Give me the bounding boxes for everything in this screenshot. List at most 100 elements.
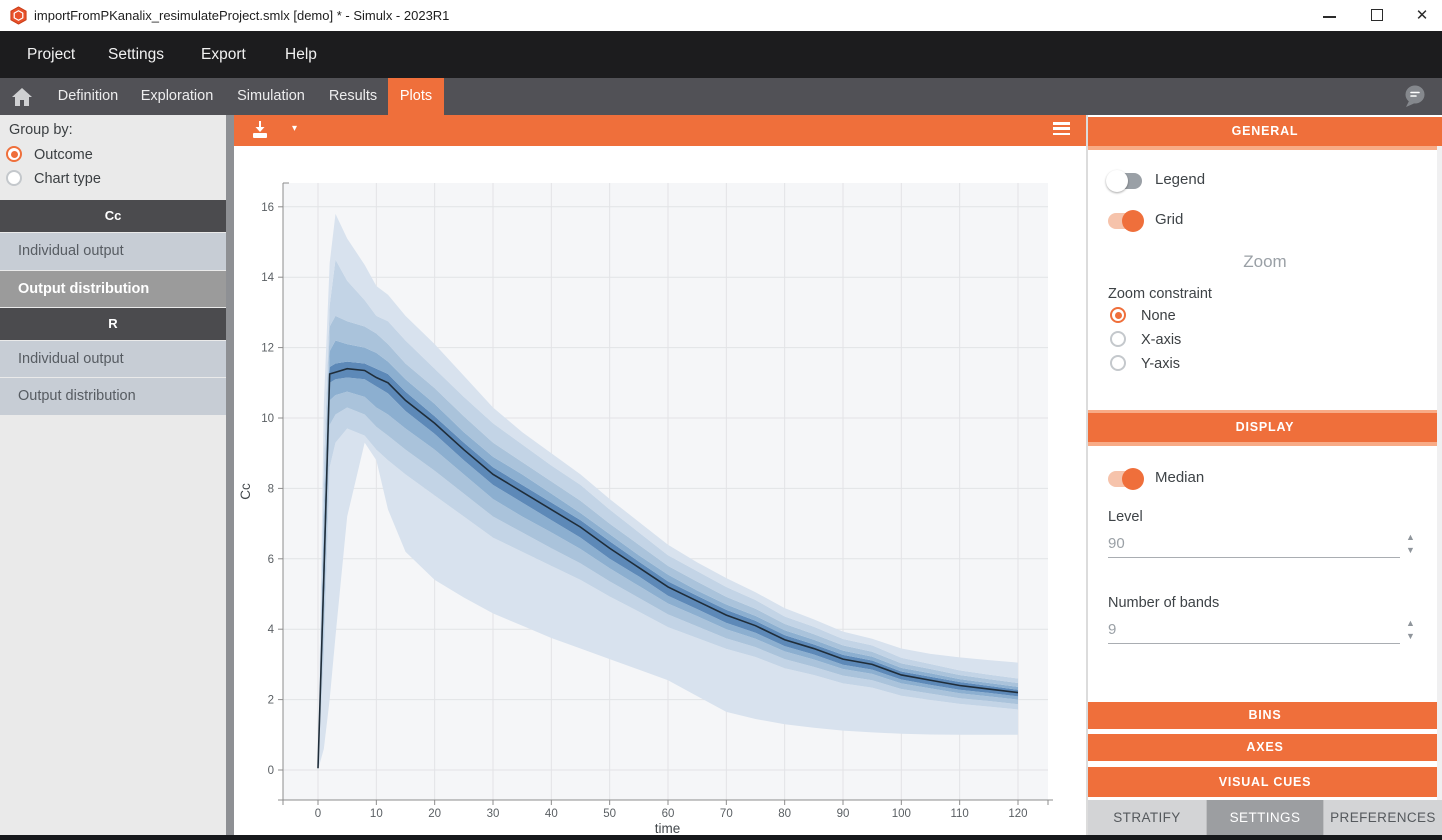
level-input-underline [1108, 557, 1400, 558]
hamburger-icon [1053, 122, 1070, 125]
feedback-button[interactable] [1402, 84, 1430, 110]
menu-settings[interactable]: Settings [108, 31, 164, 78]
zoom-constraint-yaxis-label[interactable]: Y-axis [1141, 356, 1180, 372]
section-display-strip [1088, 442, 1442, 446]
svg-text:time: time [655, 821, 681, 835]
legend-toggle-label: Legend [1155, 171, 1205, 188]
minimize-button[interactable] [1312, 0, 1346, 31]
svg-text:0: 0 [268, 765, 274, 777]
maximize-icon [1371, 9, 1383, 21]
chart-menu-button[interactable] [1053, 122, 1070, 138]
sidebar-item-r-output-distribution[interactable]: Output distribution [0, 378, 226, 415]
number-of-bands-input[interactable]: 9 [1108, 621, 1116, 638]
legend-toggle[interactable] [1108, 173, 1142, 189]
number-of-bands-label: Number of bands [1108, 595, 1219, 611]
percentile-band-plot: 0246810121416010203040506070809010011012… [234, 146, 1086, 835]
simulx-window: importFromPKanalix_resimulateProject.sml… [0, 0, 1442, 840]
svg-text:120: 120 [1008, 808, 1027, 820]
group-by-charttype-radio[interactable] [6, 170, 22, 186]
group-by-label: Group by: [9, 122, 73, 138]
level-input[interactable]: 90 [1108, 535, 1125, 552]
svg-text:100: 100 [892, 808, 911, 820]
number-of-bands-underline [1108, 643, 1400, 644]
sidebar-section-r[interactable]: R [0, 308, 226, 340]
zoom-constraint-label: Zoom constraint [1108, 286, 1212, 302]
zoom-constraint-xaxis-label[interactable]: X-axis [1141, 332, 1181, 348]
chart-toolbar: ▾ [234, 115, 1086, 146]
maximize-button[interactable] [1360, 0, 1394, 31]
svg-text:30: 30 [487, 808, 500, 820]
svg-text:12: 12 [261, 343, 274, 355]
main-tab-bar: Definition Exploration Simulation Result… [0, 78, 1442, 115]
zoom-constraint-xaxis-radio[interactable] [1110, 331, 1126, 347]
bands-spin-up-icon[interactable]: ▲ [1406, 619, 1415, 628]
svg-text:8: 8 [268, 483, 274, 495]
svg-text:60: 60 [662, 808, 675, 820]
zoom-constraint-none-label[interactable]: None [1141, 308, 1176, 324]
download-tray-icon [250, 120, 270, 139]
level-spin-up-icon[interactable]: ▲ [1406, 533, 1415, 542]
tab-stratify[interactable]: STRATIFY [1088, 800, 1206, 835]
sidebar-splitter[interactable] [226, 115, 234, 835]
menu-bar: Project Settings Export Help [0, 31, 1442, 78]
speech-bubble-icon [1402, 84, 1428, 109]
svg-text:70: 70 [720, 808, 733, 820]
svg-text:10: 10 [261, 413, 274, 425]
tab-results[interactable]: Results [318, 78, 388, 115]
svg-text:20: 20 [428, 808, 441, 820]
level-label: Level [1108, 509, 1143, 525]
svg-text:0: 0 [315, 808, 321, 820]
section-bins[interactable]: BINS [1088, 702, 1442, 729]
section-general-strip [1088, 146, 1442, 150]
svg-text:14: 14 [261, 272, 274, 284]
tab-plots[interactable]: Plots [388, 78, 444, 115]
zoom-heading: Zoom [1088, 252, 1442, 272]
tab-settings[interactable]: SETTINGS [1206, 800, 1323, 835]
bands-spin-down-icon[interactable]: ▼ [1406, 632, 1415, 641]
group-by-outcome-radio[interactable] [6, 146, 22, 162]
zoom-constraint-none-radio[interactable] [1110, 307, 1126, 323]
grid-toggle-label: Grid [1155, 211, 1183, 228]
section-axes[interactable]: AXES [1088, 734, 1442, 761]
svg-text:2: 2 [268, 695, 274, 707]
section-general[interactable]: GENERAL [1088, 117, 1442, 146]
level-spin-down-icon[interactable]: ▼ [1406, 546, 1415, 555]
svg-text:Cc: Cc [238, 483, 253, 500]
svg-text:4: 4 [268, 624, 275, 636]
svg-text:80: 80 [778, 808, 791, 820]
median-toggle[interactable] [1108, 471, 1142, 487]
svg-text:90: 90 [837, 808, 850, 820]
sidebar-item-r-individual-output[interactable]: Individual output [0, 341, 226, 377]
menu-export[interactable]: Export [201, 31, 246, 78]
tab-simulation[interactable]: Simulation [224, 78, 318, 115]
menu-project[interactable]: Project [27, 31, 75, 78]
section-visual-cues[interactable]: VISUAL CUES [1088, 767, 1442, 797]
sidebar-section-cc[interactable]: Cc [0, 200, 226, 232]
close-icon: ✕ [1405, 0, 1439, 31]
window-bottom-edge [0, 835, 1442, 840]
sidebar-item-cc-output-distribution[interactable]: Output distribution [0, 271, 226, 307]
plots-sidebar: Group by: Outcome Chart type Cc Individu… [0, 115, 226, 835]
output-distribution-chart[interactable]: 0246810121416010203040506070809010011012… [234, 146, 1086, 835]
section-display[interactable]: DISPLAY [1088, 413, 1442, 442]
close-button[interactable]: ✕ [1405, 0, 1439, 31]
group-by-outcome-label[interactable]: Outcome [34, 147, 93, 163]
tab-preferences[interactable]: PREFERENCES [1323, 800, 1442, 835]
export-chart-button[interactable]: ▾ [250, 120, 284, 142]
home-icon [10, 86, 34, 108]
svg-text:16: 16 [261, 202, 274, 214]
caret-down-icon: ▾ [292, 123, 297, 134]
home-tab[interactable] [10, 86, 36, 108]
zoom-constraint-yaxis-radio[interactable] [1110, 355, 1126, 371]
simulx-logo-icon [9, 6, 28, 25]
title-bar: importFromPKanalix_resimulateProject.sml… [0, 0, 1442, 31]
tab-definition[interactable]: Definition [46, 78, 130, 115]
group-by-charttype-label[interactable]: Chart type [34, 171, 101, 187]
menu-help[interactable]: Help [285, 31, 317, 78]
grid-toggle[interactable] [1108, 213, 1142, 229]
panel-scrollbar[interactable] [1437, 146, 1442, 800]
svg-text:10: 10 [370, 808, 383, 820]
svg-text:6: 6 [268, 554, 274, 566]
tab-exploration[interactable]: Exploration [130, 78, 224, 115]
sidebar-item-cc-individual-output[interactable]: Individual output [0, 233, 226, 270]
